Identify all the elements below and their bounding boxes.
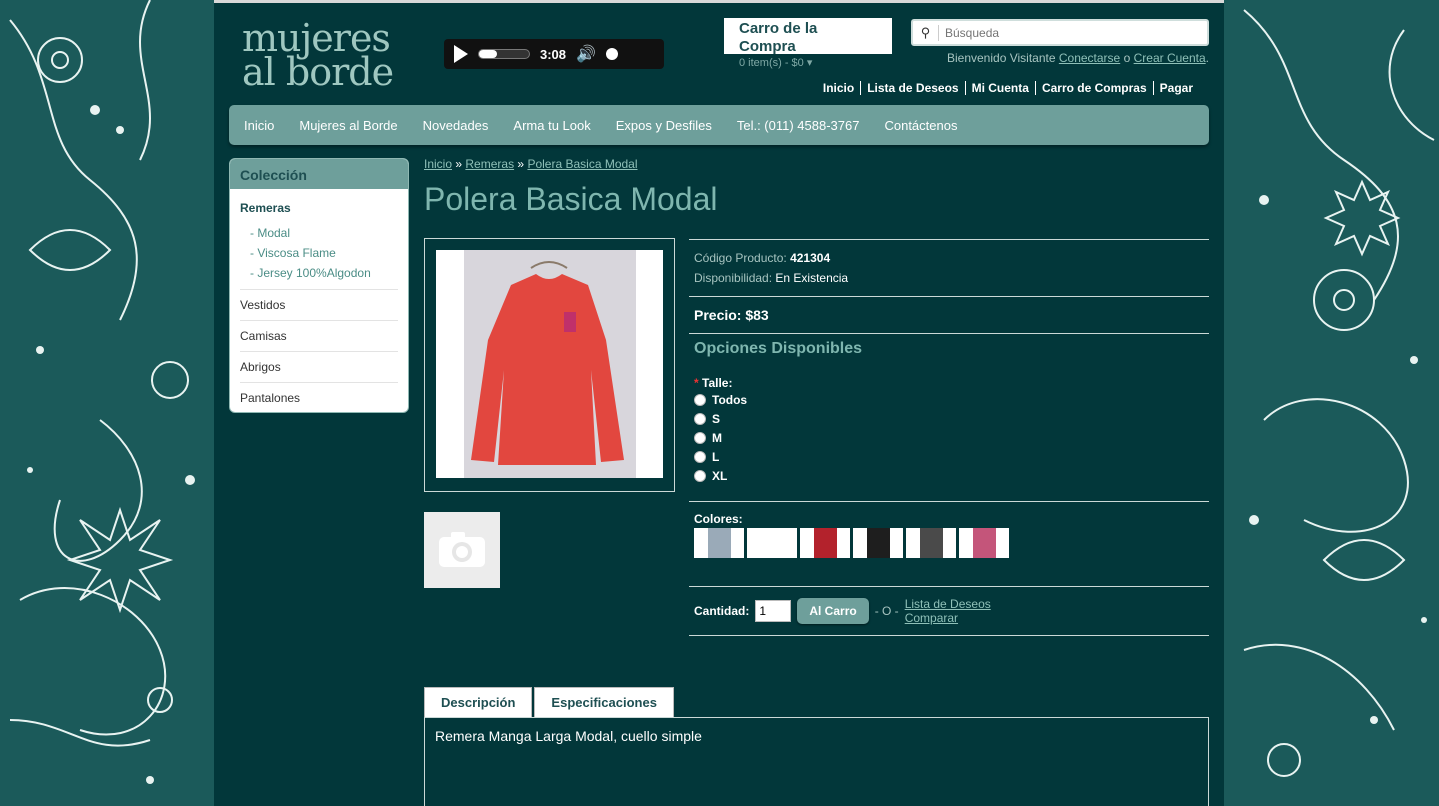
size-option-label: S <box>712 411 721 426</box>
product-price: Precio: $83 <box>694 307 769 323</box>
availability-label: Disponibilidad: <box>694 271 773 285</box>
sidebar-subitem-modal[interactable]: - Modal <box>240 223 398 243</box>
cart-title: Carro de la Compra <box>739 20 818 55</box>
audio-seek-bar[interactable] <box>478 49 530 59</box>
page-title: Polera Basica Modal <box>424 181 718 217</box>
radio-icon[interactable] <box>694 450 706 463</box>
radio-icon[interactable] <box>694 412 706 425</box>
color-swatch[interactable] <box>959 528 1009 558</box>
size-label: Talle: <box>702 376 733 390</box>
size-option-s[interactable]: S <box>694 409 1204 428</box>
product-code: 421304 <box>790 251 831 265</box>
radio-icon[interactable] <box>694 431 706 444</box>
add-to-cart-button[interactable]: Al Carro <box>797 598 869 624</box>
size-option-label: M <box>712 430 722 445</box>
nav-item-inicio[interactable]: Inicio <box>244 118 274 133</box>
size-option-todos[interactable]: Todos <box>694 390 1204 409</box>
colors-label: Colores: <box>694 512 743 526</box>
availability-value: En Existencia <box>775 271 849 285</box>
play-icon[interactable] <box>454 45 468 63</box>
volume-knob[interactable] <box>605 48 618 60</box>
welcome-message: Bienvenido Visitante Conectarse o Crear … <box>946 51 1209 65</box>
product-thumbnail[interactable] <box>424 512 500 588</box>
quantity-input[interactable] <box>755 600 792 622</box>
nav-item-novedades[interactable]: Novedades <box>423 118 489 133</box>
nav-item-look[interactable]: Arma tu Look <box>513 118 590 133</box>
tab-specifications[interactable]: Especificaciones <box>534 687 674 718</box>
compare-link[interactable]: Comparar <box>905 611 991 625</box>
breadcrumb: Inicio » Remeras » Polera Basica Modal <box>424 157 638 171</box>
page-container: mujeres al borde 3:08 🔊 Carro de la Compr… <box>214 3 1224 806</box>
breadcrumb-product[interactable]: Polera Basica Modal <box>527 157 637 171</box>
size-option-label: XL <box>712 468 728 483</box>
search-input[interactable] <box>939 25 1199 40</box>
radio-icon[interactable] <box>694 469 706 482</box>
nav-item-phone[interactable]: Tel.: (011) 4588-3767 <box>737 118 860 133</box>
toplink-checkout[interactable]: Pagar <box>1152 81 1199 95</box>
audio-time: 3:08 <box>540 46 567 62</box>
size-option-m[interactable]: M <box>694 428 1204 447</box>
cart-count: 0 item(s) - $0 <box>739 57 804 69</box>
main-nav: Inicio Mujeres al Borde Novedades Arma t… <box>229 105 1209 145</box>
sidebar-item-remeras[interactable]: Remeras <box>240 199 398 223</box>
site-logo[interactable]: mujeres al borde <box>242 19 402 91</box>
wishlist-link[interactable]: Lista de Deseos <box>905 597 991 611</box>
color-swatch[interactable] <box>906 528 956 558</box>
size-option-l[interactable]: L <box>694 447 1204 466</box>
floral-background-left <box>0 0 214 806</box>
product-image-frame[interactable] <box>424 238 675 492</box>
cart-summary[interactable]: Carro de la Compra 0 item(s) - $0 ▾ <box>724 18 892 69</box>
chevron-down-icon[interactable]: ▾ <box>807 57 813 69</box>
or-separator: - O - <box>874 604 899 618</box>
product-description: Remera Manga Larga Modal, cuello simple <box>435 728 702 744</box>
collection-sidebar: Colección Remeras - Modal - Viscosa Flam… <box>229 158 409 413</box>
volume-icon[interactable]: 🔊 <box>576 44 596 64</box>
sidebar-item-vestidos[interactable]: Vestidos <box>240 290 398 321</box>
sidebar-item-camisas[interactable]: Camisas <box>240 321 398 352</box>
camera-icon <box>437 529 487 572</box>
sidebar-subitem-viscosa[interactable]: - Viscosa Flame <box>240 243 398 263</box>
floral-background-right <box>1224 0 1439 806</box>
top-links: Inicio Lista de Deseos Mi Cuenta Carro d… <box>817 81 1199 95</box>
sidebar-subitem-jersey[interactable]: - Jersey 100%Algodon <box>240 263 398 283</box>
audio-player: 3:08 🔊 <box>444 39 664 69</box>
welcome-text: Bienvenido Visitante <box>946 51 1056 65</box>
product-image[interactable] <box>436 250 663 478</box>
product-info: Código Producto: 421304 Disponibilidad: … <box>689 239 1209 636</box>
search-icon[interactable]: ⚲ <box>913 24 939 41</box>
login-link[interactable]: Conectarse <box>1059 51 1120 65</box>
tab-description[interactable]: Descripción <box>424 687 533 718</box>
toplink-wishlist[interactable]: Lista de Deseos <box>860 81 964 95</box>
welcome-or: o <box>1123 51 1131 65</box>
breadcrumb-sep: » <box>517 157 525 171</box>
register-link[interactable]: Crear Cuenta <box>1134 51 1206 65</box>
size-option-xl[interactable]: XL <box>694 466 1204 485</box>
nav-item-contact[interactable]: Contáctenos <box>884 118 957 133</box>
nav-item-expos[interactable]: Expos y Desfiles <box>616 118 712 133</box>
product-tabs: Descripción Especificaciones <box>424 687 674 718</box>
breadcrumb-home[interactable]: Inicio <box>424 157 452 171</box>
color-swatch[interactable] <box>694 528 744 558</box>
search-box: ⚲ <box>911 19 1209 46</box>
quantity-label: Cantidad: <box>694 604 750 618</box>
sidebar-title: Colección <box>230 159 408 189</box>
size-option-label: L <box>712 449 720 464</box>
toplink-account[interactable]: Mi Cuenta <box>964 81 1035 95</box>
radio-icon[interactable] <box>694 393 706 406</box>
color-swatch[interactable] <box>800 528 850 558</box>
size-option-label: Todos <box>712 392 748 407</box>
code-label: Código Producto: <box>694 251 787 265</box>
nav-item-mujeres[interactable]: Mujeres al Borde <box>299 118 397 133</box>
color-swatch[interactable] <box>853 528 903 558</box>
description-panel: Remera Manga Larga Modal, cuello simple <box>424 717 1209 806</box>
color-swatch[interactable] <box>747 528 797 558</box>
options-heading: Opciones Disponibles <box>694 340 863 357</box>
breadcrumb-sep: » <box>455 157 463 171</box>
color-swatches <box>694 528 1204 558</box>
sidebar-item-pantalones[interactable]: Pantalones <box>240 383 398 412</box>
breadcrumb-category[interactable]: Remeras <box>465 157 514 171</box>
sidebar-item-abrigos[interactable]: Abrigos <box>240 352 398 383</box>
toplink-cart[interactable]: Carro de Compras <box>1034 81 1153 95</box>
toplink-inicio[interactable]: Inicio <box>817 81 860 95</box>
